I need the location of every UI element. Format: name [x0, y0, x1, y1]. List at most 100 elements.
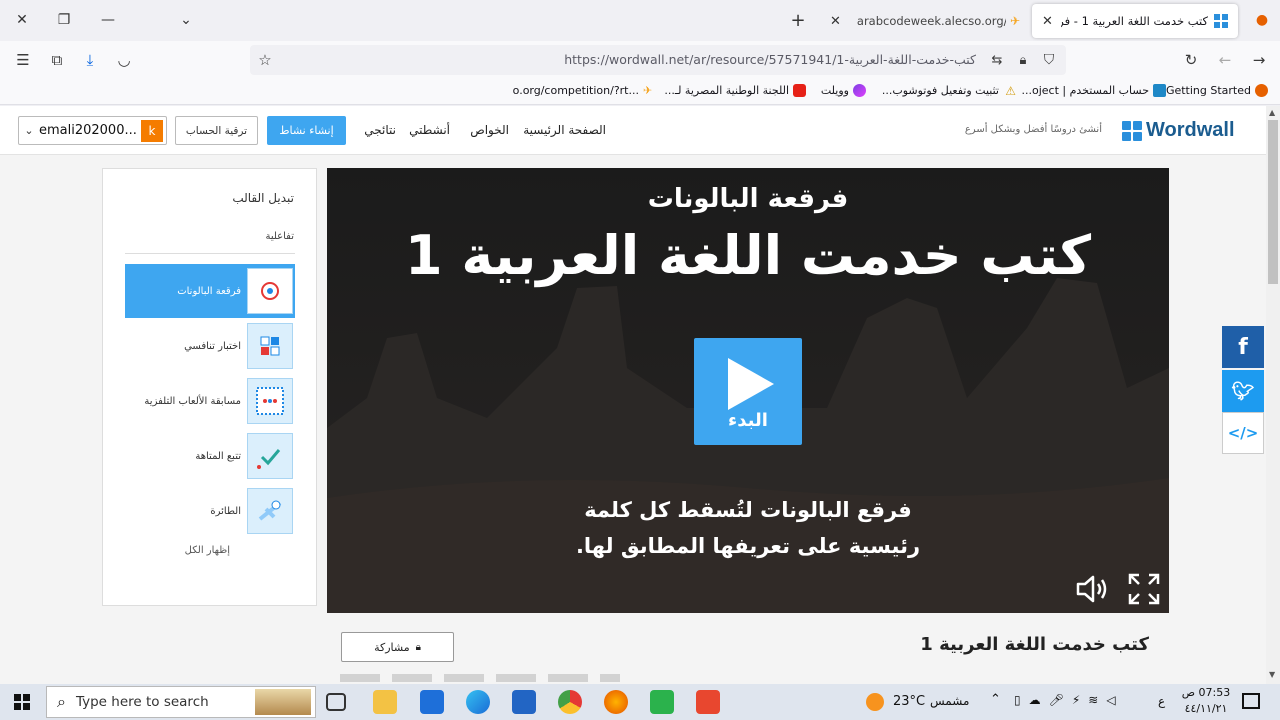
volume-icon[interactable]	[1075, 574, 1109, 604]
activity-meta-row	[340, 674, 620, 682]
tab-list-chevron-down-icon[interactable]: ⌄	[164, 0, 208, 40]
show-all-link[interactable]: إظهار الكل	[185, 545, 230, 556]
bookmark-wallet[interactable]: وويلت	[821, 84, 866, 97]
fullscreen-icon[interactable]	[1127, 572, 1161, 606]
scrollbar-thumb[interactable]	[1268, 120, 1278, 284]
edge-icon[interactable]	[466, 690, 490, 714]
template-airplane[interactable]: الطائرة	[125, 484, 295, 538]
shield-icon[interactable]: ⛉	[1036, 48, 1062, 72]
embed-code-icon[interactable]: </>	[1222, 412, 1264, 454]
close-tab-icon[interactable]: ✕	[830, 14, 841, 29]
user-name: emali202000...	[39, 123, 137, 138]
wallet-icon	[853, 84, 866, 97]
maze-chase-thumbnail-icon	[247, 433, 293, 479]
bookmark-user-account[interactable]: حساب المستخدم | oject...	[1021, 84, 1166, 97]
warning-icon: ⚠	[1005, 84, 1016, 98]
upgrade-account-button[interactable]: ترقية الحساب	[175, 116, 258, 145]
tab-bar: ✕ ❐ — ⌄ + ✈ arabcodeweek.alecso.org/com …	[0, 0, 1280, 41]
back-arrow-icon[interactable]: →	[1246, 48, 1272, 72]
camtasia-red-icon[interactable]	[696, 690, 720, 714]
close-window-button[interactable]: ✕	[0, 0, 44, 40]
tab-wordwall[interactable]: كتب خدمت اللغة العربية 1 - فرقعة ✕	[1032, 4, 1238, 38]
user-menu[interactable]: ⌄ emali202000... k	[18, 116, 167, 145]
quiz-thumbnail-icon	[247, 323, 293, 369]
template-balloon-pop[interactable]: فرقعة البالونات	[125, 264, 295, 318]
scroll-down-icon[interactable]: ▼	[1269, 670, 1275, 679]
bookmark-star-icon[interactable]: ☆	[252, 48, 278, 72]
start-button[interactable]: البدء	[694, 338, 802, 445]
bird-icon: ✈	[643, 84, 653, 97]
menu-my-results[interactable]: نتائجي	[364, 123, 396, 137]
bookmark-getting-started[interactable]: Getting Started	[1166, 84, 1268, 97]
instructions-line-2: رئيسية على تعريفها المطابق لها.	[575, 534, 921, 558]
firefox-icon[interactable]	[604, 690, 628, 714]
template-quiz[interactable]: اختبار تنافسي	[125, 319, 295, 373]
chrome-icon[interactable]	[558, 690, 582, 714]
share-button[interactable]: مشاركة 🔒︎	[341, 632, 454, 662]
downloads-icon[interactable]: ⤓	[77, 48, 103, 72]
clock-time[interactable]: 07:53 ص	[1176, 686, 1236, 699]
permissions-icon[interactable]: ⇆	[984, 48, 1010, 72]
activity-player[interactable]: فرقعة البالونات كتب خدمت اللغة العربية 1…	[327, 168, 1169, 613]
firefox-logo-icon[interactable]: ●	[1240, 0, 1280, 40]
page-scrollbar[interactable]: ▲ ▼	[1266, 106, 1280, 684]
url-text[interactable]: https://wordwall.net/ar/resource/5757194…	[564, 52, 976, 67]
navigation-toolbar: ☰ ⧉ ⤓ ◡ ☆ https://wordwall.net/ar/resour…	[0, 41, 1280, 79]
notifications-icon[interactable]	[1242, 693, 1260, 709]
template-gameshow-quiz[interactable]: مسابقة الألعاب التلفزية	[125, 374, 295, 428]
twitter-share-icon[interactable]: 🐦︎	[1222, 370, 1264, 412]
chevron-up-icon[interactable]: ⌃	[990, 692, 1001, 707]
weather-description[interactable]: مشمس	[930, 694, 969, 708]
lock-icon: 🔒︎	[415, 641, 421, 653]
divider	[125, 253, 295, 254]
taskbar-search-box[interactable]: ⌕ Type here to search	[46, 686, 316, 718]
extensions-puzzle-icon[interactable]: ⧉	[44, 48, 70, 72]
reload-icon[interactable]: ↻	[1178, 48, 1204, 72]
youtube-icon	[793, 84, 806, 97]
sun-weather-icon[interactable]	[866, 693, 884, 711]
pocket-icon[interactable]: ◡	[111, 48, 137, 72]
tab-title: arabcodeweek.alecso.org/com	[856, 14, 1006, 28]
tab-arabcodeweek[interactable]: ✈ arabcodeweek.alecso.org/com ✕	[820, 4, 1030, 38]
airplane-thumbnail-icon	[247, 488, 293, 534]
bookmarks-toolbar: Getting Started حساب المستخدم | oject...…	[0, 79, 1280, 105]
switch-template-panel: تبديل القالب تفاعلية فرقعة البالونات اخت…	[102, 168, 317, 606]
close-tab-icon[interactable]: ✕	[1042, 14, 1053, 29]
bookmark-competition[interactable]: o.org/competition/?rt... ✈	[513, 84, 656, 97]
lock-icon[interactable]: 🔒︎	[1010, 48, 1036, 72]
task-view-icon[interactable]	[326, 693, 346, 711]
menu-hamburger-icon[interactable]: ☰	[10, 48, 36, 72]
user-avatar: k	[141, 119, 163, 142]
file-explorer-icon[interactable]	[373, 690, 397, 714]
template-subtitle: فرقعة البالونات	[647, 184, 849, 214]
facebook-share-icon[interactable]: f	[1222, 326, 1264, 368]
weather-temperature[interactable]: 23°C	[893, 694, 925, 709]
new-tab-button[interactable]: +	[776, 0, 820, 40]
create-activity-button[interactable]: إنشاء نشاط	[267, 116, 346, 145]
menu-my-activities[interactable]: أنشطتي	[409, 123, 450, 137]
windows-start-icon[interactable]	[14, 694, 30, 710]
chevron-down-icon: ⌄	[24, 124, 34, 137]
bookmark-national-committee[interactable]: اللجنة الوطنية المصرية لـ...	[664, 84, 806, 97]
scroll-up-icon[interactable]: ▲	[1269, 108, 1275, 117]
activity-title: كتب خدمت اللغة العربية 1	[404, 224, 1092, 287]
system-tray-icons[interactable]: ▯☁🎤︎⚡︎≋◁︎	[1014, 693, 1124, 707]
tab-title: كتب خدمت اللغة العربية 1 - فرقعة	[1060, 14, 1208, 28]
wordwall-logo[interactable]: Wordwall	[1122, 119, 1235, 142]
input-language[interactable]: ع	[1158, 694, 1165, 708]
bird-favicon-icon: ✈	[1009, 14, 1020, 28]
forward-arrow-icon[interactable]: ←	[1212, 48, 1238, 72]
bookmark-photoshop[interactable]: ⚠ تثبيت وتفعيل فوتوشوب...	[882, 84, 1016, 98]
menu-home[interactable]: الصفحة الرئيسية	[523, 123, 606, 137]
activity-heading: كتب خدمت اللغة العربية 1	[920, 634, 1149, 655]
store-icon[interactable]	[512, 690, 536, 714]
menu-features[interactable]: الخواص	[470, 123, 509, 137]
url-bar[interactable]: ☆ https://wordwall.net/ar/resource/57571…	[250, 45, 1066, 75]
instructions-line-1: فرقع البالونات لتُسقط كل كلمة	[584, 498, 912, 522]
camtasia-green-icon[interactable]	[650, 690, 674, 714]
restore-window-button[interactable]: ❐	[42, 0, 86, 40]
mail-icon[interactable]	[420, 690, 444, 714]
clock-date[interactable]: ٤٤/١١/٢١	[1176, 702, 1236, 715]
template-maze-chase[interactable]: تتبع المتاهة	[125, 429, 295, 483]
minimize-window-button[interactable]: —	[86, 0, 130, 40]
